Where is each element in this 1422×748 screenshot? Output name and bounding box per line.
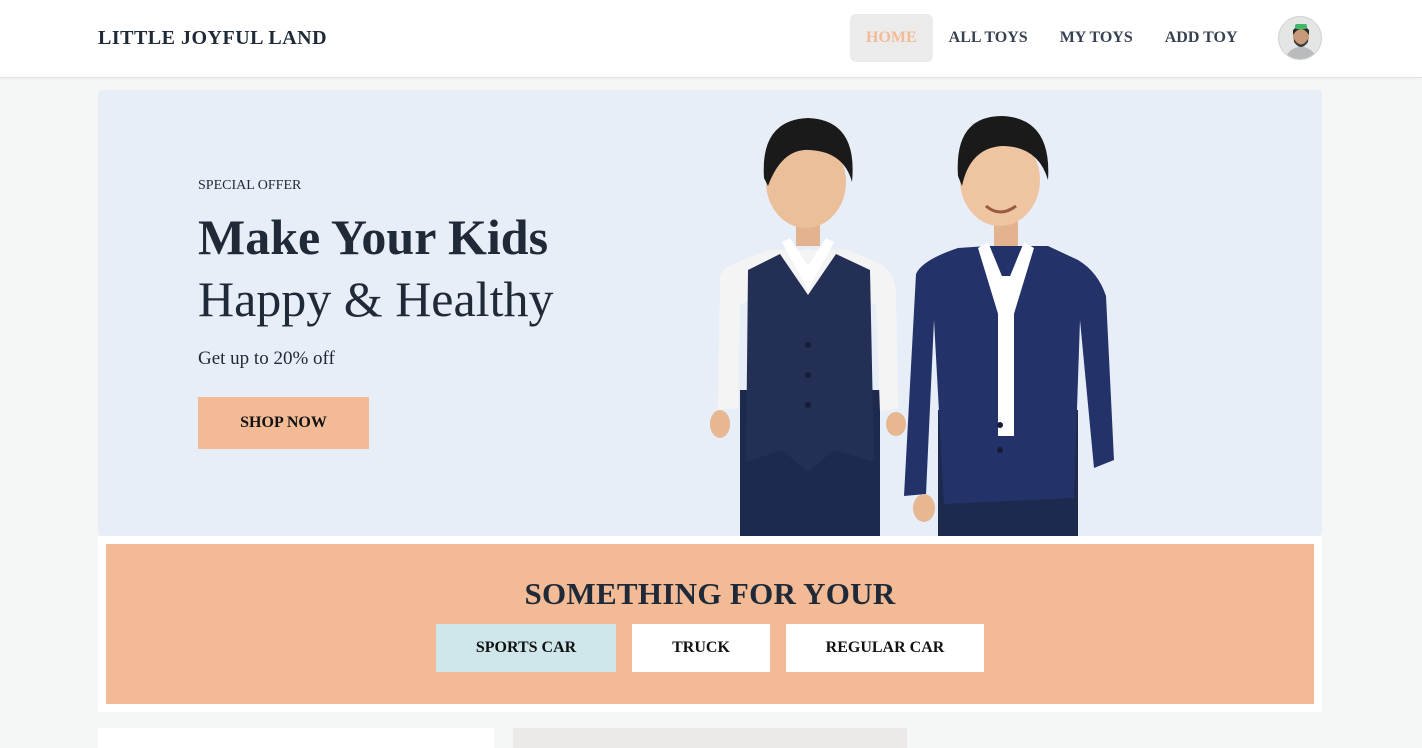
product-card[interactable]	[513, 728, 907, 748]
category-title: SOMETHING FOR YOUR	[524, 576, 896, 611]
hero-banner: SPECIAL OFFER Make Your Kids Happy & Hea…	[98, 90, 1322, 536]
tab-truck[interactable]: TRUCK	[632, 624, 770, 672]
main-nav: HOME ALL TOYS MY TOYS ADD TOY	[850, 14, 1254, 62]
category-band: SOMETHING FOR YOUR SPORTS CAR TRUCK REGU…	[106, 544, 1314, 704]
nav-my-toys[interactable]: MY TOYS	[1044, 14, 1149, 62]
category-tabs: SPORTS CAR TRUCK REGULAR CAR	[436, 624, 984, 672]
product-card[interactable]	[98, 728, 494, 748]
shop-now-button[interactable]: SHOP NOW	[198, 397, 369, 449]
tab-regular-car[interactable]: REGULAR CAR	[786, 624, 984, 672]
hero-eyebrow: SPECIAL OFFER	[198, 178, 302, 193]
nav-add-toy[interactable]: ADD TOY	[1149, 14, 1254, 62]
hero-title-secondary: Happy & Healthy	[198, 271, 554, 327]
nav-home[interactable]: HOME	[850, 14, 933, 62]
user-avatar[interactable]	[1278, 16, 1322, 60]
hero-subtitle: Get up to 20% off	[198, 348, 335, 369]
kid-left	[710, 118, 906, 536]
nav-all-toys[interactable]: ALL TOYS	[933, 14, 1044, 62]
hero-kids-image	[710, 116, 1114, 536]
hero-title: Make Your Kids	[198, 209, 549, 265]
category-section: SOMETHING FOR YOUR SPORTS CAR TRUCK REGU…	[98, 536, 1322, 712]
user-avatar-icon	[1279, 17, 1321, 59]
tab-sports-car[interactable]: SPORTS CAR	[436, 624, 616, 672]
navbar: LITTLE JOYFUL LAND HOME ALL TOYS MY TOYS…	[0, 0, 1422, 78]
kid-right	[904, 116, 1114, 536]
site-logo[interactable]: LITTLE JOYFUL LAND	[98, 27, 327, 50]
